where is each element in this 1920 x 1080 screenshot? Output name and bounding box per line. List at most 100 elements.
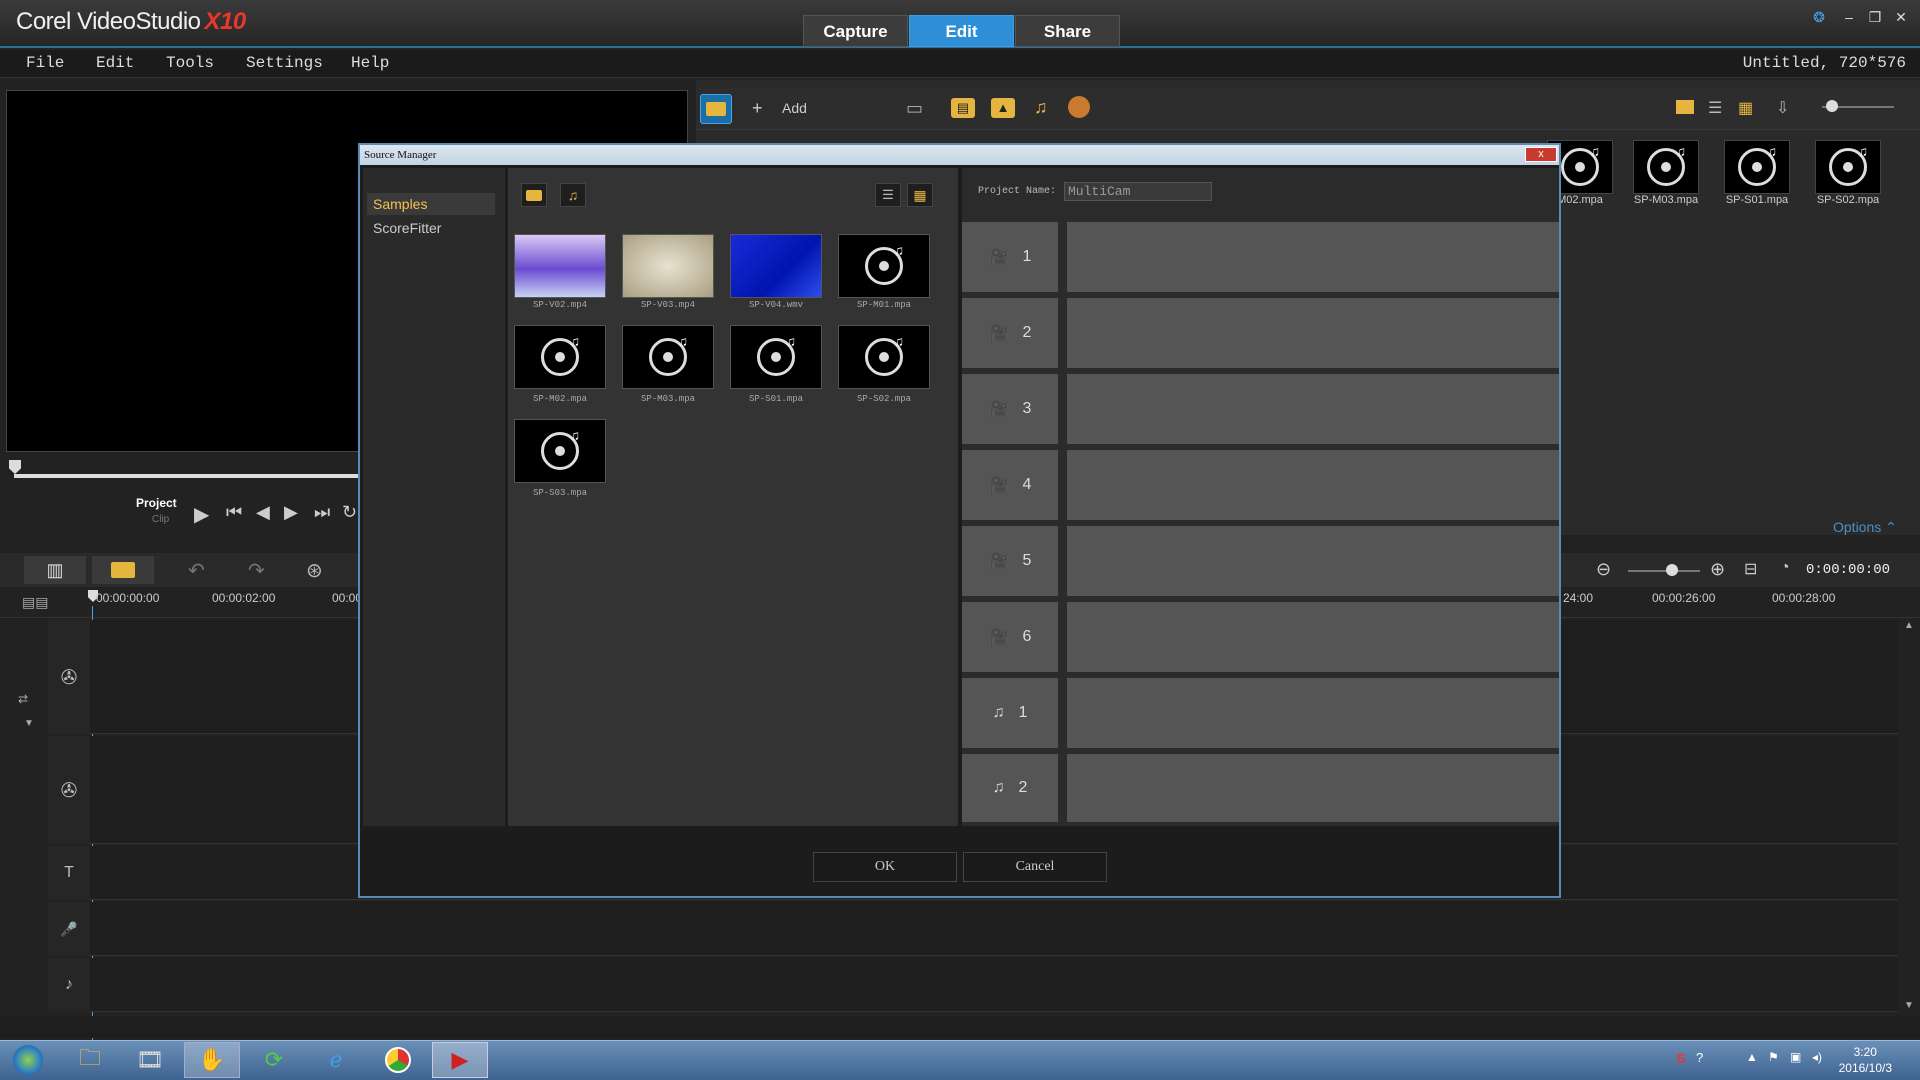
record-capture-icon[interactable]: ⊛ [306, 558, 323, 583]
add-icon[interactable]: + [752, 98, 763, 119]
add-button-label[interactable]: Add [782, 100, 807, 116]
zoom-out-icon[interactable]: ⊖ [1596, 559, 1611, 580]
timeline-scrollbar[interactable] [0, 1016, 1920, 1038]
network-icon[interactable]: ▣ [1790, 1050, 1801, 1064]
menu-edit[interactable]: Edit [96, 54, 134, 72]
voice-track-icon[interactable]: 🎤 [48, 902, 90, 956]
library-thumb[interactable]: ♫ [1724, 140, 1790, 194]
camera-drop-area[interactable] [1067, 526, 1559, 596]
view-grid-icon[interactable]: ▦ [907, 183, 933, 207]
category-scorefitter[interactable]: ScoreFitter [373, 220, 441, 236]
refresh-app-icon[interactable]: ⟳ [246, 1042, 302, 1078]
source-thumb[interactable]: ♫ [730, 325, 822, 389]
taskbar-clock[interactable]: 3:20 2016/10/3 [1839, 1044, 1892, 1076]
track-settings-icon[interactable]: ⇄ [18, 692, 28, 706]
camera-drop-area[interactable] [1067, 374, 1559, 444]
menu-file[interactable]: File [26, 54, 64, 72]
clock-icon[interactable]: ◔ [1780, 559, 1790, 577]
audio-drop-area[interactable] [1067, 754, 1559, 822]
tab-edit[interactable]: Edit [909, 15, 1014, 47]
title-track-icon[interactable]: T [48, 846, 90, 900]
view-grid-icon[interactable]: ▦ [1738, 98, 1753, 118]
camera-row-head[interactable]: 🎥 6 [962, 602, 1058, 672]
fit-project-icon[interactable]: ⊟ [1744, 559, 1757, 579]
repeat-icon[interactable]: ↻ [342, 502, 357, 523]
prev-frame-icon[interactable]: ◀ [256, 502, 270, 523]
source-thumb[interactable]: ♫ [622, 325, 714, 389]
audio-drop-area[interactable] [1067, 678, 1559, 748]
storyboard-view-icon[interactable]: ▥ [24, 556, 86, 584]
chevron-down-icon[interactable]: ▼ [24, 718, 34, 729]
tray-app-icon[interactable]: S [1676, 1050, 1685, 1066]
go-start-icon[interactable]: ⏮ [226, 502, 242, 523]
source-thumb[interactable]: ♫ [838, 234, 930, 298]
camera-drop-area[interactable] [1067, 602, 1559, 672]
audio-filter-icon[interactable]: ♫ [560, 183, 586, 207]
effects-icon[interactable] [1068, 96, 1090, 118]
start-button-icon[interactable] [0, 1042, 56, 1078]
source-thumb[interactable]: ♫ [838, 325, 930, 389]
library-thumb[interactable]: ♫ [1633, 140, 1699, 194]
tab-capture[interactable]: Capture [803, 15, 908, 47]
category-samples[interactable]: Samples [373, 196, 427, 212]
go-end-icon[interactable]: ⏭ [314, 502, 330, 523]
clip-mode-label[interactable]: Clip [152, 514, 169, 525]
audio-row-head[interactable]: ♫ 1 [962, 678, 1058, 748]
redo-icon[interactable]: ↷ [248, 558, 265, 583]
media-library-icon[interactable] [700, 94, 732, 124]
cancel-button[interactable]: Cancel [963, 852, 1107, 882]
view-thumbnail-icon[interactable] [1676, 100, 1694, 114]
camera-drop-area[interactable] [1067, 222, 1559, 292]
flag-icon[interactable]: ⚑ [1768, 1050, 1779, 1064]
next-frame-icon[interactable]: ▶ [284, 502, 298, 523]
ok-button[interactable]: OK [813, 852, 957, 882]
view-list-icon[interactable]: ☰ [875, 183, 901, 207]
camera-drop-area[interactable] [1067, 450, 1559, 520]
internet-explorer-icon[interactable]: ℯ [308, 1042, 364, 1078]
photo-filter-icon[interactable]: ▲ [991, 98, 1015, 118]
scroll-up-icon[interactable]: ▲ [1904, 620, 1914, 631]
audio-filter-icon[interactable]: ♫ [1034, 97, 1048, 118]
zoom-slider[interactable] [1628, 570, 1700, 572]
folder-icon[interactable]: ▭ [906, 98, 923, 119]
voice-track[interactable] [48, 902, 1898, 956]
chrome-icon[interactable] [370, 1042, 426, 1078]
video-filter-icon[interactable]: ▤ [951, 98, 975, 118]
source-thumb[interactable] [730, 234, 822, 298]
audio-row-head[interactable]: ♫ 2 [962, 754, 1058, 822]
close-button[interactable]: ✕ [1890, 8, 1912, 26]
videostudio-app-icon[interactable]: ▶ [432, 1042, 488, 1078]
view-list-icon[interactable]: ☰ [1708, 98, 1722, 118]
camera-row-head[interactable]: 🎥 4 [962, 450, 1058, 520]
volume-icon[interactable]: ◂) [1812, 1050, 1822, 1064]
project-name-input[interactable] [1064, 182, 1212, 201]
media-app-icon[interactable]: 🎞 [122, 1042, 178, 1078]
source-thumb[interactable] [622, 234, 714, 298]
show-hidden-icons[interactable]: ▲ [1746, 1050, 1758, 1064]
play-icon[interactable]: ▶ [194, 502, 209, 527]
dialog-close-button[interactable]: x [1525, 147, 1557, 162]
overlay-track-icon[interactable]: ✇ [48, 736, 90, 844]
restore-button[interactable]: ❐ [1864, 8, 1886, 26]
scroll-down-icon[interactable]: ▼ [1904, 1000, 1914, 1011]
hand-app-icon[interactable]: ✋ [184, 1042, 240, 1078]
video-filter-icon[interactable] [521, 183, 547, 207]
camera-row-head[interactable]: 🎥 5 [962, 526, 1058, 596]
options-button[interactable]: Options ⌃ [1833, 519, 1897, 536]
timeline-timecode[interactable]: 0:00:00:00 [1806, 562, 1890, 578]
zoom-in-icon[interactable]: ⊕ [1710, 559, 1725, 580]
music-track-icon[interactable]: ♪ [48, 958, 90, 1012]
globe-icon[interactable]: ❂ [1808, 8, 1830, 26]
camera-row-head[interactable]: 🎥 3 [962, 374, 1058, 444]
project-mode-label[interactable]: Project [136, 496, 177, 510]
library-thumb[interactable]: ♫ [1815, 140, 1881, 194]
help-tray-icon[interactable]: ? [1696, 1050, 1703, 1065]
track-manager-icon[interactable]: ▤▤ [22, 594, 48, 611]
source-thumb[interactable] [514, 234, 606, 298]
music-track[interactable] [48, 958, 1898, 1012]
menu-tools[interactable]: Tools [166, 54, 214, 72]
folder-icon[interactable]: 🗀 [62, 1042, 118, 1078]
camera-row-head[interactable]: 🎥 2 [962, 298, 1058, 368]
zoom-slider-handle[interactable] [1666, 564, 1678, 576]
sort-icon[interactable]: ⇩ [1776, 98, 1789, 118]
